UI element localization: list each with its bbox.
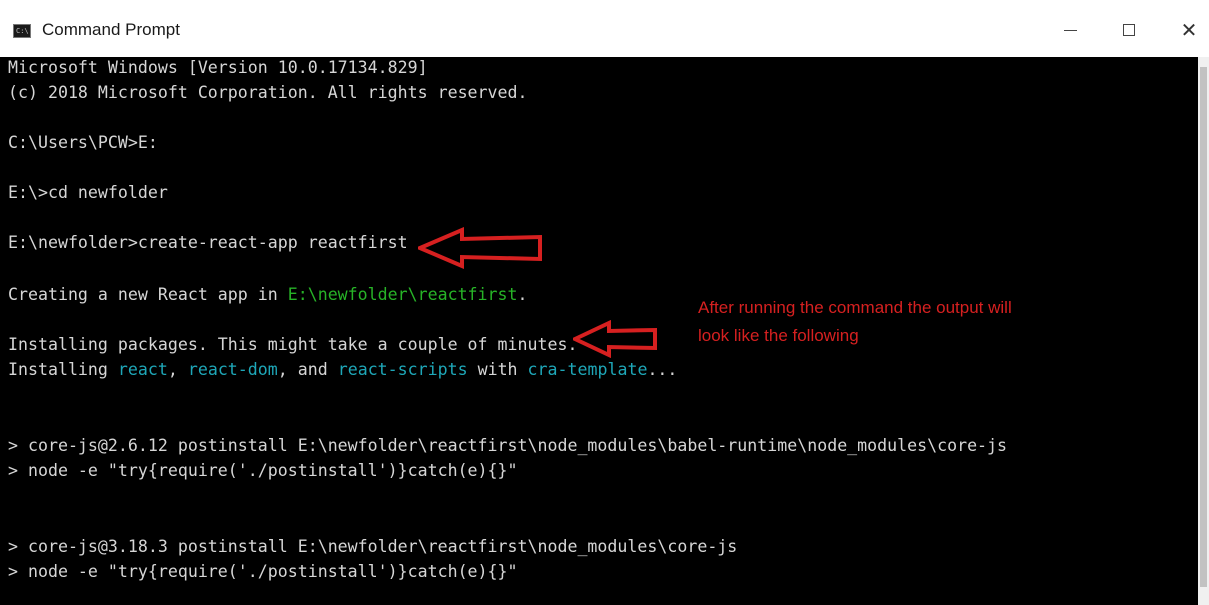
close-icon: ✕ [1180,18,1198,42]
annotation-line-2: look like the following [698,326,859,345]
console-icon: C:\ [13,24,31,38]
command-prompt-window: C:\ Command Prompt ✕ Microsoft Windows [… [0,0,1209,605]
terminal-line-corejs1-node: > node -e "try{require('./postinstall')}… [8,461,518,480]
terminal-line-cmd-cd: E:\>cd newfolder [8,183,168,202]
minimize-button[interactable] [1047,12,1093,48]
creating-prefix: Creating a new React app in [8,285,288,304]
terminal-line-creating: Creating a new React app in E:\newfolder… [8,285,528,304]
package-react-scripts: react-scripts [337,360,468,379]
window-title: Command Prompt [42,20,180,39]
terminal-line-version: Microsoft Windows [Version 10.0.17134.82… [8,58,428,77]
terminal-line-cmd-drive: C:\Users\PCW>E: [8,133,158,152]
maximize-button[interactable] [1106,12,1152,48]
installing-mid: with [467,360,528,379]
title-bar[interactable]: C:\ Command Prompt ✕ [0,0,1209,58]
terminal-line-installing-packages: Installing packages. This might take a c… [8,335,578,354]
close-button[interactable]: ✕ [1166,12,1209,48]
package-react-dom: react-dom [187,360,278,379]
creating-path: E:\newfolder\reactfirst [287,285,518,304]
annotation-arrow-icon [573,320,657,358]
installing-sep2: , and [277,360,338,379]
terminal-line-cmd-create: E:\newfolder>create-react-app reactfirst [8,233,408,252]
creating-suffix: . [517,285,528,304]
annotation-line-1: After running the command the output wil… [698,298,1012,317]
annotation-arrow-icon [418,227,542,269]
minimize-icon [1063,29,1077,31]
terminal-line-corejs1-postinstall: > core-js@2.6.12 postinstall E:\newfolde… [8,436,1008,455]
maximize-icon [1123,24,1135,36]
installing-prefix: Installing [8,360,118,379]
installing-sep1: , [167,360,188,379]
terminal-line-corejs2-node: > node -e "try{require('./postinstall')}… [8,562,518,581]
console-icon-glyph: C:\ [16,27,29,35]
package-cra-template: cra-template [527,360,648,379]
terminal-line-copyright: (c) 2018 Microsoft Corporation. All righ… [8,83,528,102]
scrollbar-thumb[interactable] [1200,67,1207,587]
package-react: react [117,360,168,379]
installing-suffix: ... [647,360,678,379]
annotation-note: After running the command the output wil… [698,294,1098,350]
terminal-line-installing: Installing react, react-dom, and react-s… [8,360,677,379]
terminal-line-corejs2-postinstall: > core-js@3.18.3 postinstall E:\newfolde… [8,537,738,556]
